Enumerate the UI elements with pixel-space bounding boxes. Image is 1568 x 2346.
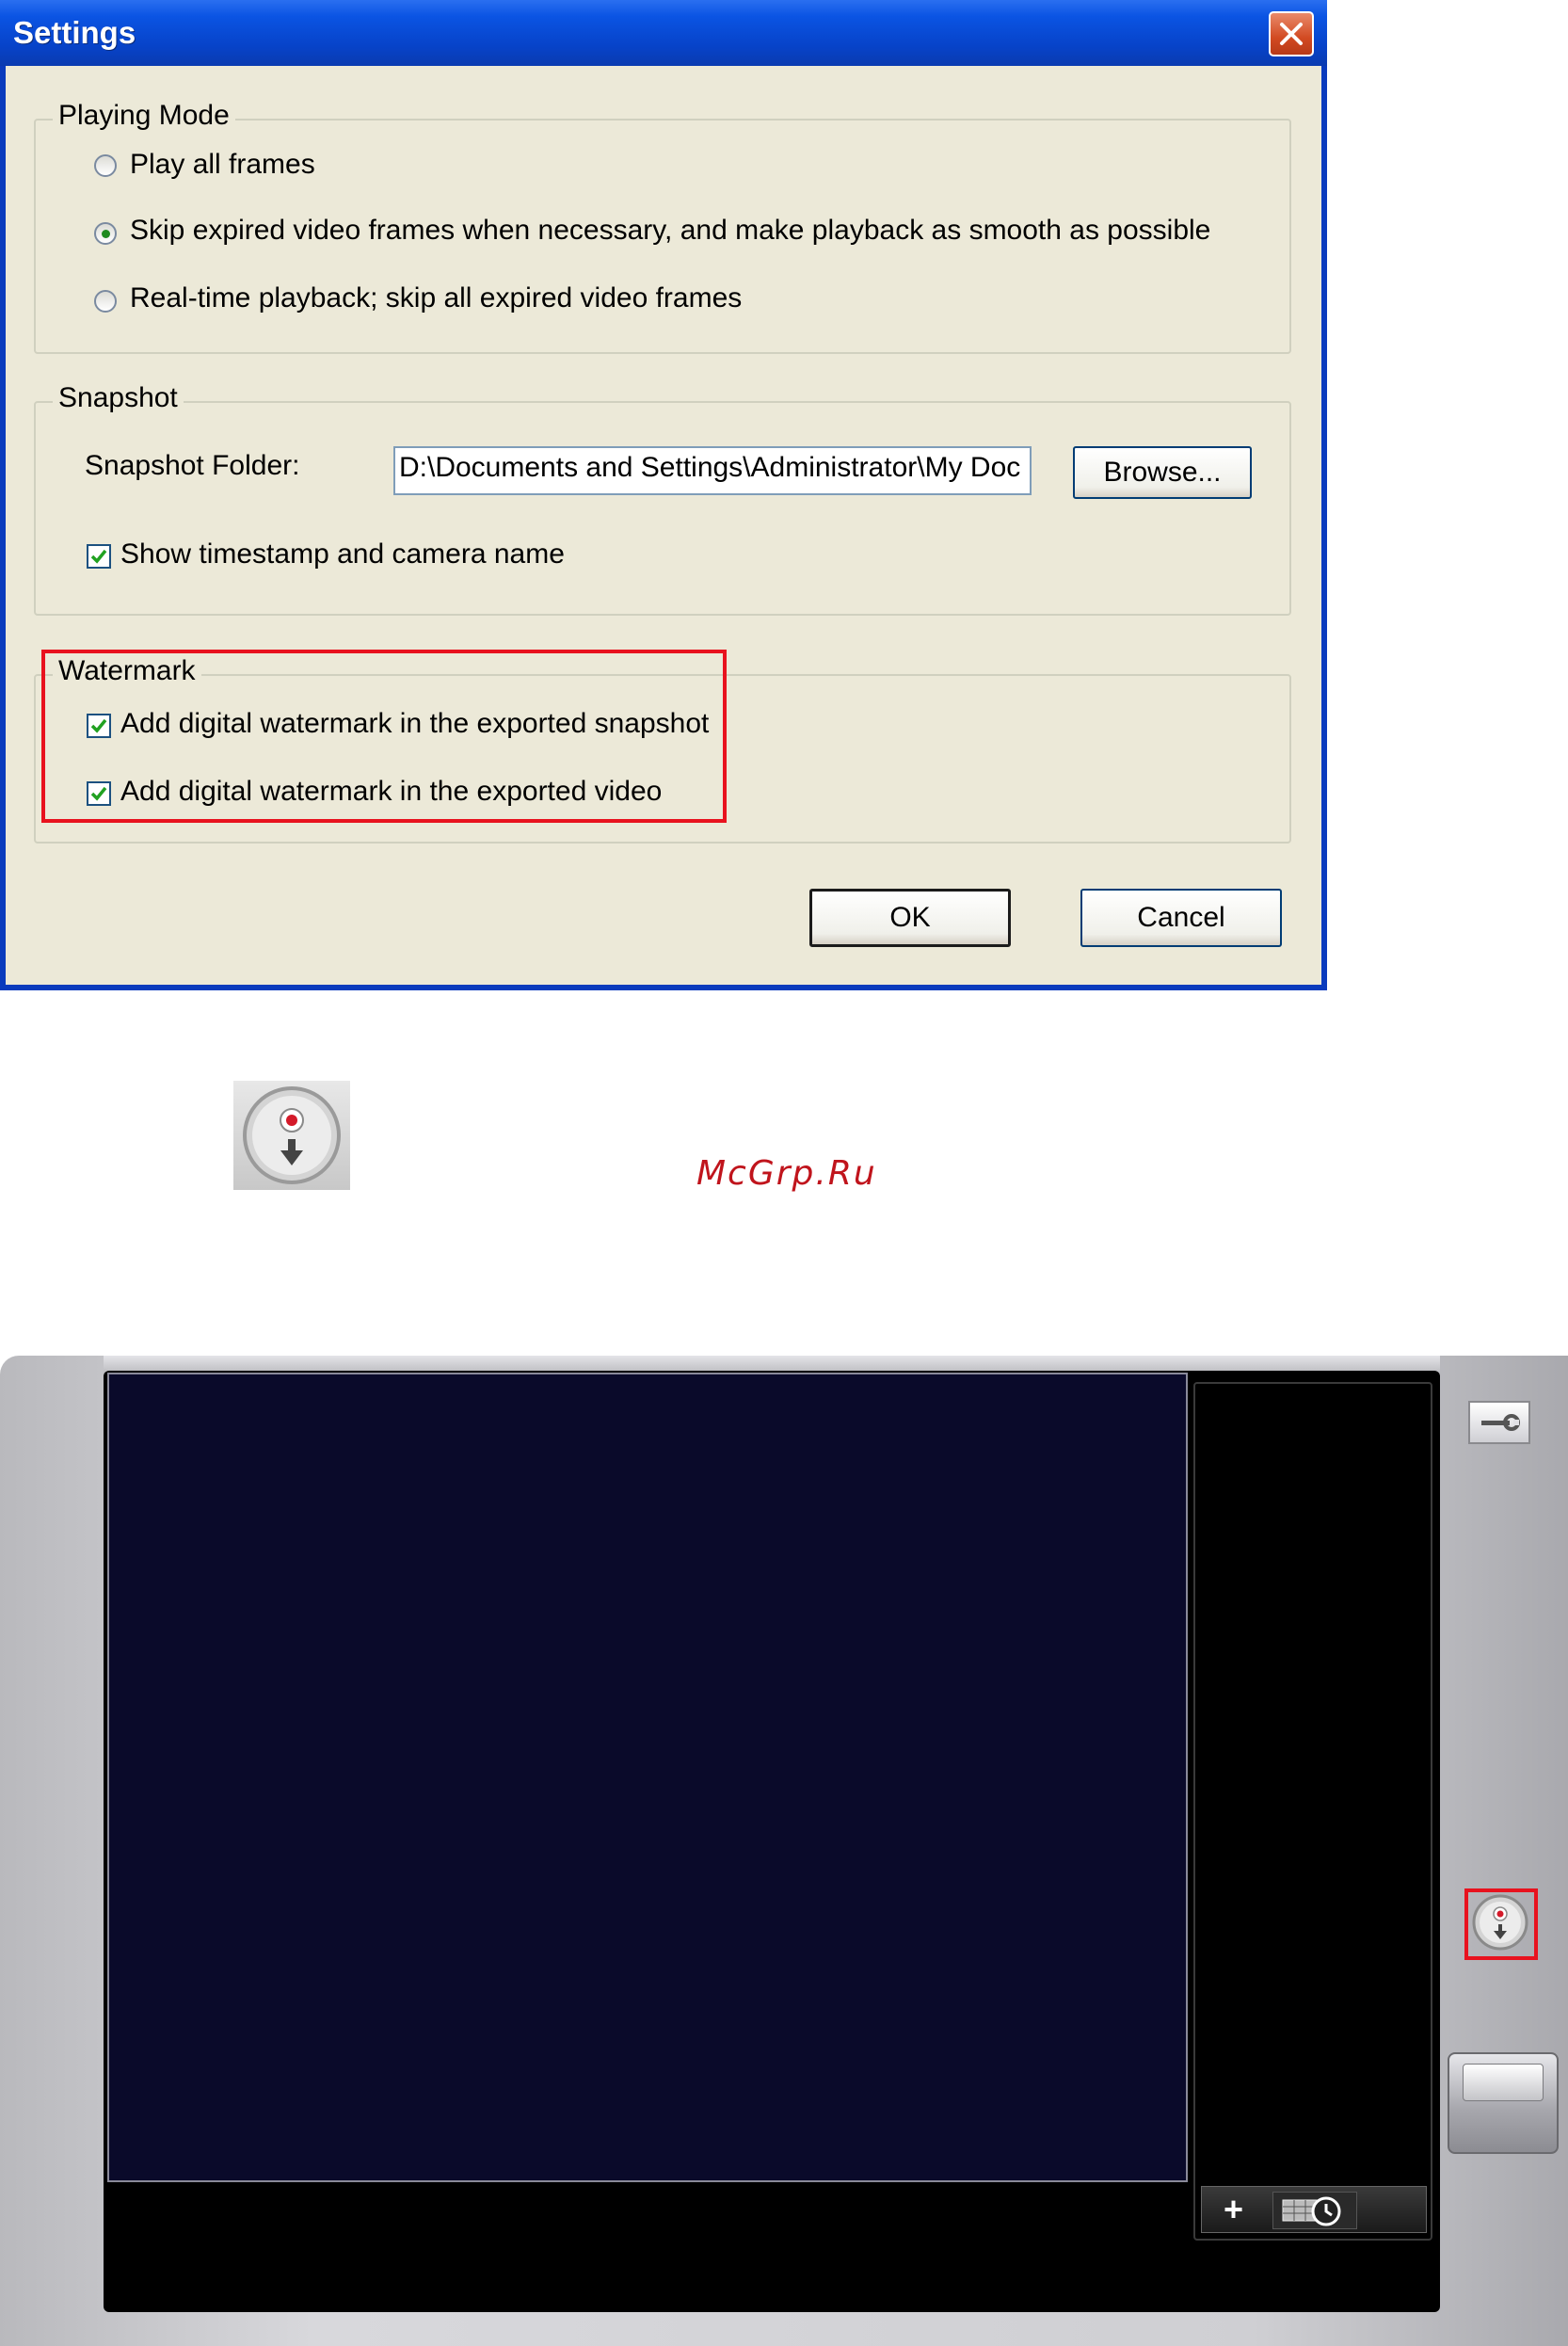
export-highlight-box — [1464, 1888, 1538, 1960]
site-watermark: McGrp.Ru — [696, 1154, 877, 1193]
radio-label-real-time: Real-time playback; skip all expired vid… — [130, 282, 743, 313]
plus-icon[interactable]: + — [1224, 2190, 1243, 2229]
checkmark-icon — [90, 549, 107, 564]
ok-button[interactable]: OK — [809, 889, 1011, 947]
snapshot-folder-label: Snapshot Folder: — [85, 450, 300, 481]
wrench-icon — [1481, 1414, 1520, 1431]
radio-play-all-frames[interactable] — [94, 154, 117, 177]
radio-label-skip-smooth: Skip expired video frames when necessary… — [130, 215, 1211, 246]
settings-button[interactable] — [1468, 1401, 1530, 1444]
close-x-icon — [1280, 23, 1303, 45]
export-record-icon — [243, 1086, 341, 1184]
panel-toggle-face — [1463, 2064, 1544, 2101]
playing-mode-group: Playing Mode Play all frames Skip expire… — [34, 100, 1291, 354]
radio-label-play-all: Play all frames — [130, 149, 315, 180]
snapshot-folder-input[interactable]: D:\Documents and Settings\Administrator\… — [393, 446, 1032, 495]
cancel-button[interactable]: Cancel — [1080, 889, 1282, 947]
playing-mode-legend: Playing Mode — [53, 100, 235, 132]
snapshot-group: Snapshot Snapshot Folder: D:\Documents a… — [34, 382, 1291, 616]
snapshot-legend: Snapshot — [53, 382, 184, 414]
schedule-button[interactable] — [1272, 2192, 1357, 2229]
watermark-highlight-box — [41, 650, 727, 823]
browse-button[interactable]: Browse... — [1073, 446, 1252, 499]
timestamp-checkbox[interactable] — [87, 544, 111, 569]
close-button[interactable] — [1269, 11, 1314, 56]
settings-dialog: Settings Playing Mode Play all frames Sk… — [0, 0, 1327, 990]
export-record-button-large — [233, 1081, 350, 1190]
dialog-client: Playing Mode Play all frames Skip expire… — [6, 66, 1321, 985]
radio-real-time[interactable] — [94, 290, 117, 313]
timestamp-label: Show timestamp and camera name — [120, 538, 565, 570]
dialog-title: Settings — [13, 15, 136, 50]
calendar-clock-icon — [1282, 2196, 1341, 2226]
video-display[interactable] — [107, 1373, 1188, 2182]
radio-skip-expired-smooth[interactable] — [94, 222, 117, 245]
title-bar[interactable]: Settings — [0, 0, 1327, 66]
camera-list-panel[interactable] — [1193, 1382, 1432, 2241]
panel-toggle-button[interactable] — [1448, 2052, 1559, 2154]
